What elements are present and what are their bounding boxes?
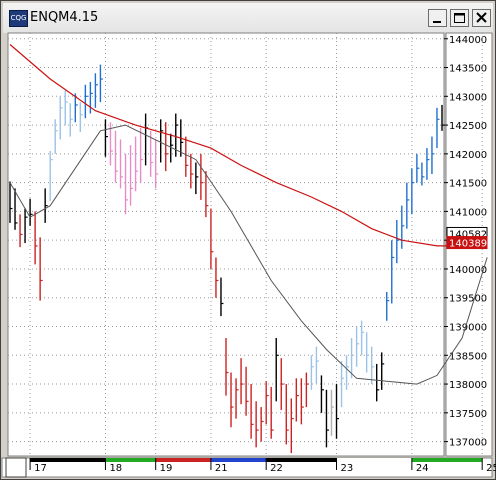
x-tick-label: 24 bbox=[416, 463, 429, 474]
session-strip bbox=[105, 458, 156, 462]
y-tick-label: 137000 bbox=[449, 438, 487, 449]
last-price-label: 140389 bbox=[449, 239, 487, 250]
scroll-box[interactable] bbox=[5, 457, 27, 478]
y-tick-label: 138500 bbox=[449, 351, 487, 362]
y-tick-label: 138000 bbox=[449, 380, 487, 391]
y-tick-label: 143500 bbox=[449, 64, 487, 75]
y-tick-label: 141000 bbox=[449, 207, 487, 218]
x-tick-label: 25-23:30 bbox=[486, 463, 496, 474]
x-tick-label: 18 bbox=[109, 463, 122, 474]
x-tick-label: 23 bbox=[341, 463, 354, 474]
y-tick-label: 139000 bbox=[449, 323, 487, 334]
y-tick-label: 142500 bbox=[449, 121, 487, 132]
session-strip bbox=[210, 458, 267, 462]
x-tick-label: 21 bbox=[215, 463, 228, 474]
session-strip bbox=[30, 458, 106, 462]
session-strip bbox=[336, 458, 412, 462]
x-tick-label: 22 bbox=[270, 463, 283, 474]
session-strip bbox=[411, 458, 483, 462]
y-tick-label: 142000 bbox=[449, 150, 487, 161]
price-chart[interactable]: 144000 143500 143000 142500 142000 141500 1410… bbox=[0, 0, 496, 480]
x-tick-label: 17 bbox=[34, 463, 47, 474]
session-strip bbox=[266, 458, 337, 462]
y-tick-label: 139500 bbox=[449, 294, 487, 305]
y-tick-label: 137500 bbox=[449, 409, 487, 420]
y-tick-label: 144000 bbox=[449, 35, 487, 46]
x-tick-label: 19 bbox=[160, 463, 173, 474]
y-tick-label: 143000 bbox=[449, 92, 487, 103]
y-tick-label: 141500 bbox=[449, 179, 487, 190]
session-strip bbox=[155, 458, 211, 462]
